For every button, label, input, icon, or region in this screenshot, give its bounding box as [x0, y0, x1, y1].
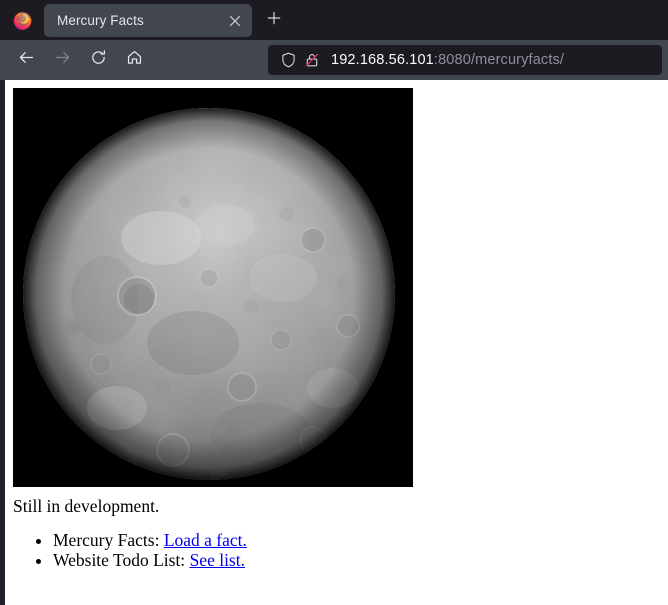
navigation-toolbar: 192.168.56.101:8080/mercuryfacts/ — [0, 40, 668, 80]
list-item-label: Mercury Facts: — [53, 530, 160, 550]
plus-icon — [267, 11, 281, 30]
address-bar[interactable]: 192.168.56.101:8080/mercuryfacts/ — [268, 45, 662, 75]
firefox-logo-icon — [0, 0, 44, 40]
browser-window: Mercury Facts 192.168.56.101:8080/mercur… — [0, 0, 668, 605]
list-item-label: Website Todo List: — [53, 549, 186, 570]
url-text: 192.168.56.101:8080/mercuryfacts/ — [331, 51, 564, 69]
home-icon — [126, 49, 143, 71]
tab-strip: Mercury Facts — [0, 0, 668, 40]
status-text: Still in development. — [13, 496, 160, 516]
page-body: Still in development. Mercury Facts: Loa… — [5, 80, 668, 578]
page-viewport: Still in development. Mercury Facts: Loa… — [5, 80, 668, 605]
shield-icon[interactable] — [276, 48, 300, 72]
list-item: Website Todo List: See list. — [53, 549, 660, 571]
tab-mercury-facts[interactable]: Mercury Facts — [44, 4, 252, 37]
back-arrow-icon — [18, 49, 35, 71]
forward-button[interactable] — [46, 44, 79, 77]
url-host: 192.168.56.101 — [331, 52, 434, 68]
back-button[interactable] — [10, 44, 43, 77]
new-tab-button[interactable] — [256, 4, 292, 37]
content-area: Still in development. Mercury Facts: Loa… — [0, 80, 668, 605]
list-item: Mercury Facts: Load a fact. — [53, 530, 660, 551]
tab-title: Mercury Facts — [57, 12, 144, 28]
mercury-planet-image — [13, 88, 413, 487]
see-list-link[interactable]: See list. — [190, 550, 245, 570]
reload-button[interactable] — [82, 44, 115, 77]
url-path: :8080/mercuryfacts/ — [433, 52, 565, 68]
broken-lock-icon[interactable] — [300, 48, 324, 72]
fact-link-list: Mercury Facts: Load a fact. Website Todo… — [13, 530, 660, 571]
close-icon[interactable] — [224, 10, 246, 32]
reload-icon — [90, 49, 107, 71]
home-button[interactable] — [118, 44, 151, 77]
forward-arrow-icon — [54, 49, 71, 71]
load-a-fact-link[interactable]: Load a fact. — [164, 530, 247, 550]
